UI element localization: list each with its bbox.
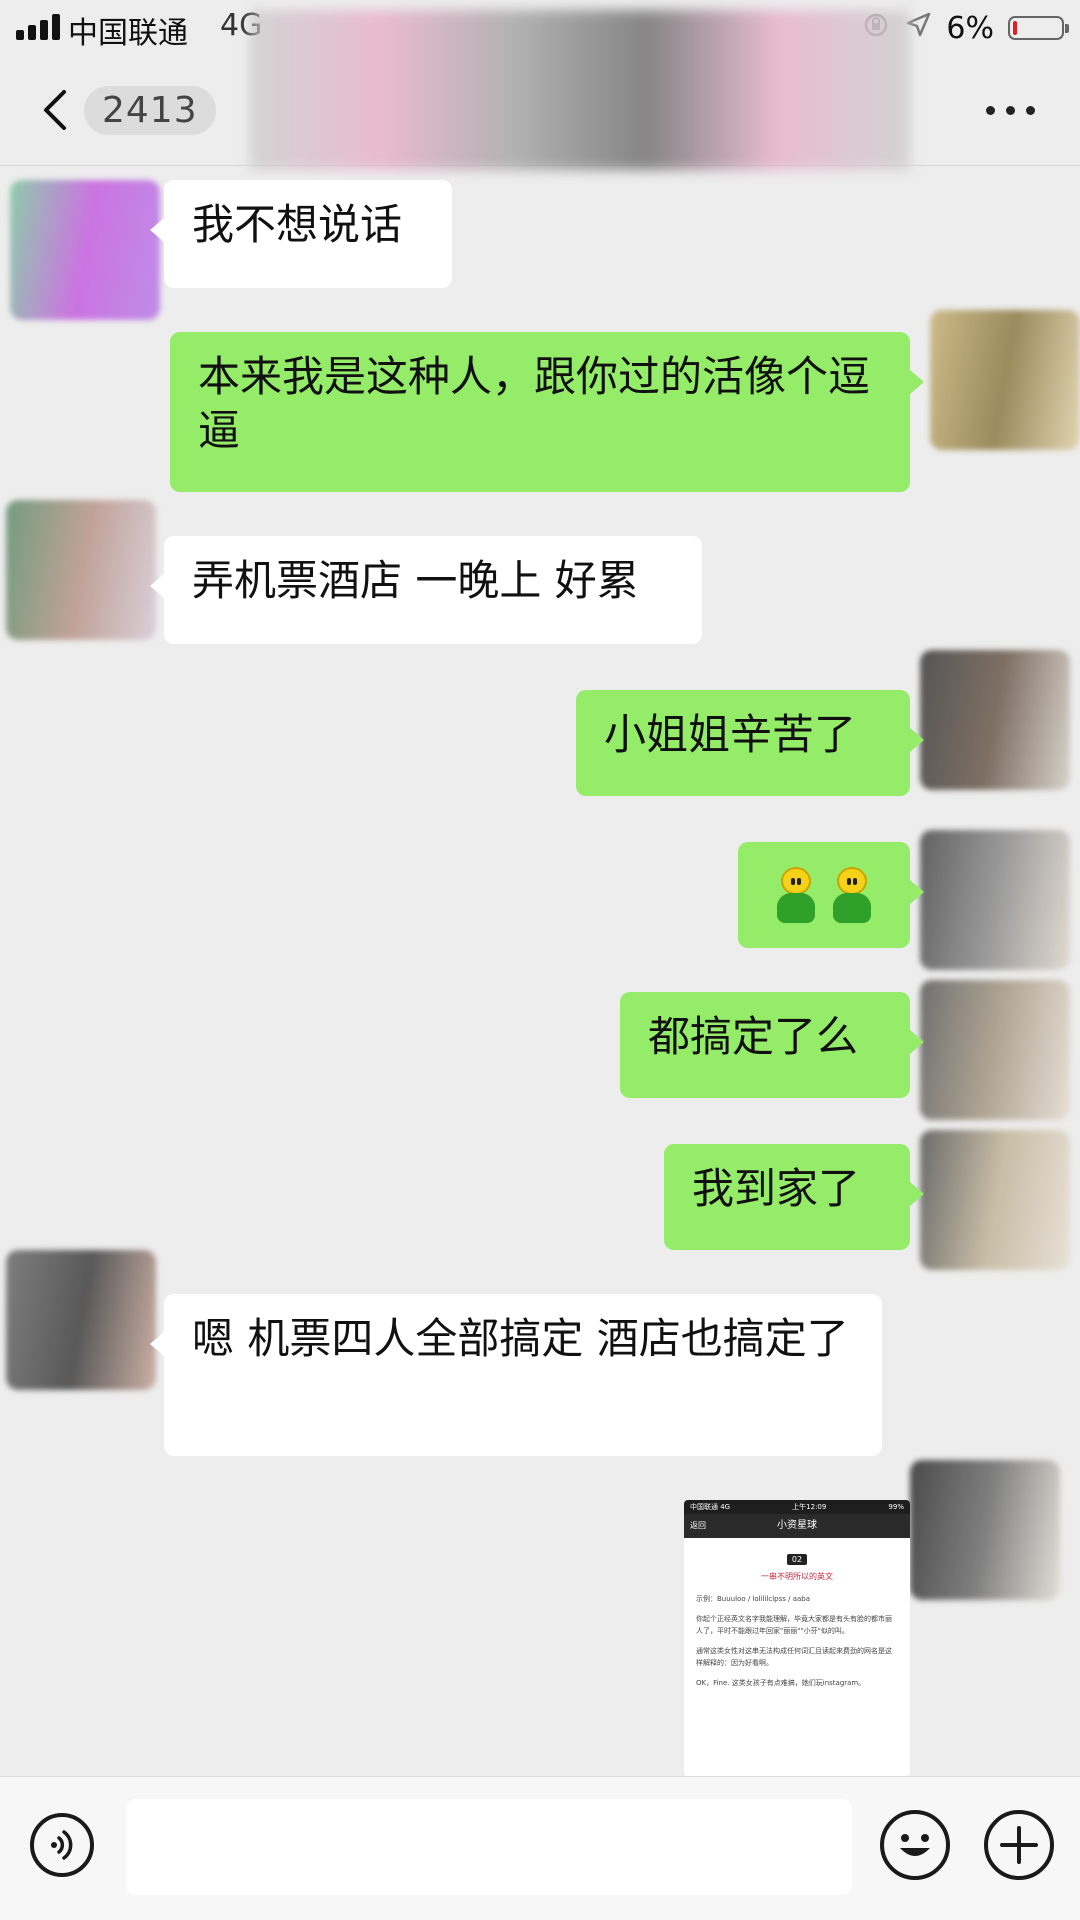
outgoing-emoji-message[interactable]: [738, 842, 924, 948]
thumb-paragraph: 你起个正经英文名字我能理解，毕竟大家都是有头有脸的都市丽人了，平时不能跟过年回家…: [696, 1615, 892, 1635]
incoming-message[interactable]: 嗯 机票四人全部搞定 酒店也搞定了: [150, 1294, 882, 1456]
message-text: 小姐姐辛苦了: [604, 710, 857, 759]
battery-level: [1013, 21, 1017, 35]
contact-avatar[interactable]: [6, 500, 156, 640]
thumb-article: 02 一串不明所以的英文 示例：Buuuloo / lolililclpss /…: [684, 1538, 910, 1707]
my-avatar[interactable]: [920, 830, 1070, 970]
thumb-battery: 99%: [888, 1503, 904, 1511]
more-button[interactable]: [980, 92, 1044, 128]
thumb-heading: 一串不明所以的英文: [761, 1572, 833, 1581]
contact-avatar[interactable]: [10, 180, 160, 320]
plus-button[interactable]: [984, 1810, 1054, 1880]
bot-emoji-icon: [829, 867, 875, 923]
incoming-message[interactable]: 弄机票酒店 一晚上 好累: [150, 536, 702, 644]
message-text: 我到家了: [692, 1164, 861, 1213]
my-avatar[interactable]: [920, 650, 1070, 790]
thumb-time: 上午12:09: [792, 1503, 827, 1511]
outgoing-message[interactable]: 小姐姐辛苦了: [576, 690, 924, 796]
my-avatar[interactable]: [920, 980, 1070, 1120]
back-button[interactable]: [30, 80, 82, 140]
bot-emoji-icon: [773, 867, 819, 923]
message-input[interactable]: [126, 1799, 852, 1895]
voice-button[interactable]: [30, 1813, 94, 1877]
emoji-pair: [738, 842, 910, 948]
outgoing-message[interactable]: 都搞定了么: [620, 992, 924, 1098]
thumb-paragraph: 通常这类女性对这串无法构成任何词汇且读起来费劲的网名是这样解释的：因为好看啊。: [696, 1647, 892, 1667]
input-bar: [0, 1776, 1080, 1920]
thumb-paragraph: OK，Fine. 这类女孩子有点难搞，她们玩instagram。: [696, 1679, 866, 1687]
thumb-carrier: 中国联通 4G: [690, 1503, 731, 1511]
thumb-back: 返回: [690, 1521, 706, 1530]
thumb-title: 小资星球: [777, 1520, 817, 1531]
plus-icon: [1000, 1826, 1038, 1864]
battery-icon: [1008, 16, 1069, 40]
more-dots-icon: [986, 106, 995, 115]
voice-icon: [51, 1830, 73, 1860]
message-text: 弄机票酒店 一晚上 好累: [192, 556, 639, 605]
incoming-message[interactable]: 我不想说话: [150, 180, 452, 288]
contact-avatar[interactable]: [6, 1250, 156, 1390]
signal-icon: [16, 14, 64, 40]
message-text: 嗯 机票四人全部搞定 酒店也搞定了: [192, 1314, 849, 1363]
my-avatar[interactable]: [930, 310, 1080, 450]
carrier-name: 中国联通: [68, 16, 188, 51]
my-avatar[interactable]: [920, 1130, 1070, 1270]
battery-percent: 6%: [946, 10, 994, 46]
chevron-left-icon: [44, 90, 66, 130]
my-avatar[interactable]: [910, 1460, 1060, 1600]
thumb-status-bar: 中国联通 4G 上午12:09 99%: [684, 1500, 910, 1514]
outgoing-message[interactable]: 本来我是这种人，跟你过的活像个逗逼: [170, 332, 924, 492]
smiley-icon: [900, 1834, 930, 1856]
message-text: 本来我是这种人，跟你过的活像个逗逼: [198, 352, 871, 455]
message-text: 我不想说话: [192, 200, 403, 249]
image-message-thumbnail[interactable]: 中国联通 4G 上午12:09 99% 返回 小资星球 02 一串不明所以的英文…: [684, 1500, 910, 1776]
redaction-scribble: [250, 10, 910, 170]
chat-title: 2413: [84, 86, 216, 135]
thumb-section-number: 02: [787, 1554, 807, 1565]
thumb-paragraph: 示例：Buuuloo / lolililclpss / aaba: [696, 1595, 811, 1603]
thumb-nav-bar: 返回 小资星球: [684, 1514, 910, 1538]
message-text: 都搞定了么: [648, 1012, 859, 1061]
chat-screen: 中国联通 4G 6% 2413 我不想说话 本来我是这种人，跟你过的活像个逗逼 …: [0, 0, 1080, 1920]
emoji-button[interactable]: [880, 1810, 950, 1880]
outgoing-message[interactable]: 我到家了: [664, 1144, 924, 1250]
